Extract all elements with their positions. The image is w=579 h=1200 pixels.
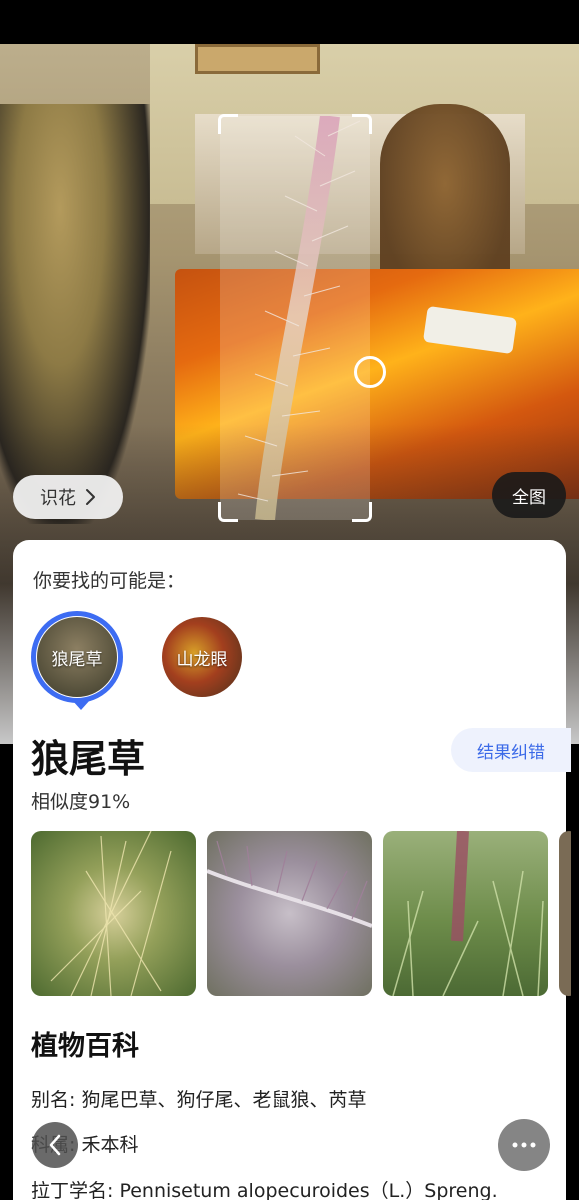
candidate-label: 山龙眼 xyxy=(176,649,228,670)
full-view-label: 全图 xyxy=(512,487,546,508)
wall-picture xyxy=(195,44,320,74)
grass-photo xyxy=(392,831,544,996)
full-view-button[interactable]: 全图 xyxy=(492,472,566,518)
encyclopedia-title: 植物百科 xyxy=(31,1031,139,1062)
candidate-item-selected[interactable]: 狼尾草 xyxy=(31,611,123,710)
gallery-image[interactable] xyxy=(207,831,372,996)
result-prompt: 你要找的可能是： xyxy=(33,570,186,592)
scan-corner xyxy=(218,114,238,134)
plant-specimen-image xyxy=(237,116,361,520)
candidate-thumbnail: 狼尾草 xyxy=(37,617,117,697)
plant-latin-name: 拉丁学名: Pennisetum alopecuroides（L.）Spreng… xyxy=(31,1180,498,1200)
status-bar xyxy=(0,0,579,44)
scan-frame[interactable] xyxy=(218,114,372,522)
scan-corner xyxy=(352,502,372,522)
grass-photo xyxy=(207,840,372,928)
result-card: 你要找的可能是： 狼尾草 山龙眼 狼尾草 结果纠错 相似度91% 植物百科 别名… xyxy=(13,540,571,1200)
plant-alias: 别名: 狗尾巴草、狗仔尾、老鼠狼、芮草 xyxy=(31,1089,367,1111)
candidate-item[interactable]: 山龙眼 xyxy=(162,617,242,697)
candidate-label: 狼尾草 xyxy=(51,649,103,670)
back-button[interactable] xyxy=(32,1122,78,1168)
correct-result-button[interactable]: 结果纠错 xyxy=(451,728,571,772)
scan-corner xyxy=(218,502,238,522)
plant-image-gallery[interactable] xyxy=(31,831,571,996)
more-dots-icon xyxy=(512,1142,536,1148)
chevron-left-icon xyxy=(49,1134,61,1156)
recognize-flower-button[interactable]: 识花 xyxy=(13,475,123,519)
gallery-image-partial[interactable] xyxy=(559,831,571,996)
similarity-score: 相似度91% xyxy=(31,791,131,813)
chevron-right-icon xyxy=(86,489,95,505)
scan-corner xyxy=(352,114,372,134)
grass-photo xyxy=(50,831,172,996)
gallery-image[interactable] xyxy=(31,831,196,996)
gallery-image[interactable] xyxy=(383,831,548,996)
plant-name: 狼尾草 xyxy=(31,737,146,781)
recognize-flower-label: 识花 xyxy=(40,488,76,509)
more-button[interactable] xyxy=(498,1119,550,1171)
focus-ring-icon xyxy=(354,356,386,388)
